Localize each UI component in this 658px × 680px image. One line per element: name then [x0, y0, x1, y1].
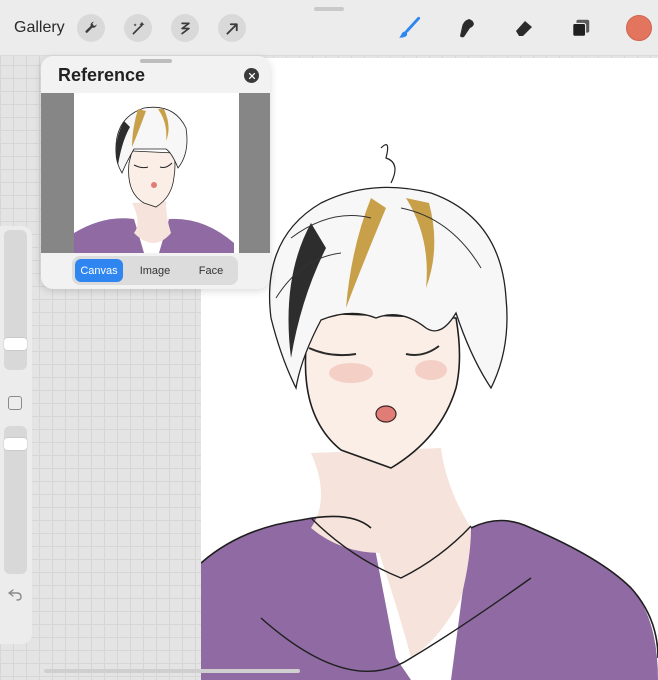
left-sidebar [0, 226, 32, 644]
top-grab-handle[interactable] [314, 7, 344, 11]
smudge-icon[interactable] [451, 12, 483, 44]
reference-image-area [41, 93, 270, 253]
bottom-scroll-indicator [44, 669, 300, 673]
tab-image[interactable]: Image [131, 259, 179, 282]
reference-canvas-preview [74, 93, 239, 253]
brush-icon[interactable] [394, 12, 426, 44]
gallery-button[interactable]: Gallery [14, 19, 65, 37]
close-icon[interactable] [244, 68, 259, 83]
magic-wand-icon[interactable] [124, 14, 152, 42]
opacity-thumb[interactable] [4, 438, 27, 450]
brush-size-thumb[interactable] [4, 338, 27, 350]
color-picker-button[interactable] [626, 15, 652, 41]
modify-button[interactable] [8, 396, 22, 410]
selection-icon[interactable] [171, 14, 199, 42]
reference-tab-bar: Canvas Image Face [72, 256, 238, 285]
tab-canvas[interactable]: Canvas [75, 259, 123, 282]
eraser-icon[interactable] [508, 12, 540, 44]
top-toolbar: Gallery [0, 0, 658, 56]
undo-icon[interactable] [7, 586, 23, 602]
reference-title: Reference [58, 65, 146, 85]
tab-face[interactable]: Face [187, 259, 235, 282]
transform-arrow-icon[interactable] [218, 14, 246, 42]
wrench-icon[interactable] [77, 14, 105, 42]
layers-icon[interactable] [565, 12, 597, 44]
reference-window[interactable]: Reference Canvas Image Face [41, 56, 270, 289]
reference-drag-handle[interactable] [140, 59, 172, 63]
